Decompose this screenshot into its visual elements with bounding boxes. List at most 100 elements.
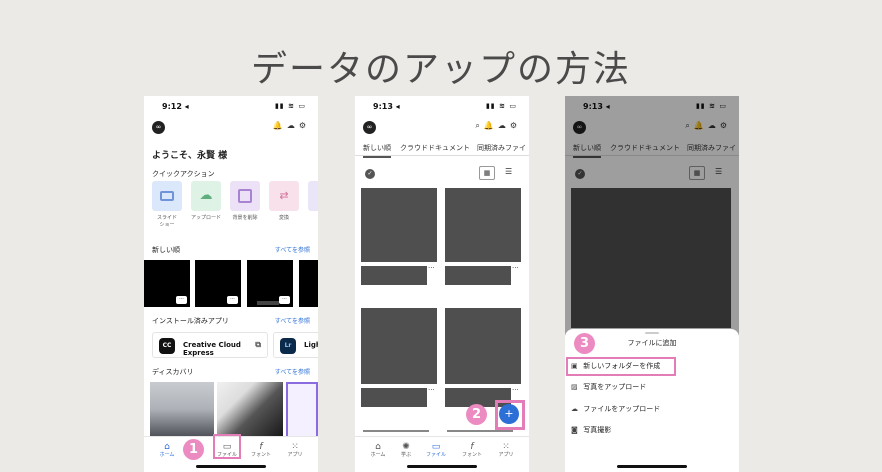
quick-action-remove-background[interactable] bbox=[230, 181, 260, 211]
select-check-icon[interactable]: ✓ bbox=[365, 169, 375, 179]
font-icon: f bbox=[470, 442, 474, 452]
see-all-discover-link[interactable]: すべてを参照 bbox=[275, 367, 310, 376]
recent-file-thumbnail[interactable] bbox=[299, 260, 318, 307]
nav-fonts[interactable]: f フォント bbox=[246, 442, 276, 459]
recent-file-thumbnail[interactable]: ··· bbox=[195, 260, 241, 307]
more-options-icon[interactable]: ··· bbox=[176, 296, 187, 304]
nav-apps[interactable]: ⁙ アプリ bbox=[491, 442, 521, 459]
app-header: ∞ 🔔☁⚙ bbox=[144, 118, 318, 136]
step-2-badge: 2 bbox=[466, 404, 487, 425]
grid-view-icon[interactable]: ▦ bbox=[479, 166, 495, 180]
nav-learn[interactable]: ✺ 学ぶ bbox=[391, 442, 421, 459]
app-name: Light bbox=[304, 341, 318, 349]
discover-image[interactable] bbox=[150, 382, 214, 442]
more-options-icon[interactable]: ··· bbox=[279, 296, 290, 304]
status-bar: 9:12 ◂ ▮▮ ≋ ▭ bbox=[162, 102, 310, 114]
file-thumbnail[interactable] bbox=[445, 308, 521, 384]
greeting: ようこそ、永賢 様 bbox=[152, 151, 228, 161]
slideshow-icon bbox=[160, 191, 174, 201]
nav-files[interactable]: ▭ ファイル bbox=[421, 442, 451, 459]
creative-cloud-express-logo-icon: CC bbox=[159, 338, 175, 354]
nav-home[interactable]: ⌂ ホーム bbox=[363, 442, 393, 459]
file-caption bbox=[361, 266, 427, 285]
page-title: データのアップの方法 bbox=[250, 49, 631, 90]
recent-file-thumbnail[interactable]: ··· bbox=[247, 260, 293, 307]
phone-home-screen: 9:12 ◂ ▮▮ ≋ ▭ ∞ 🔔☁⚙ ようこそ、永賢 様 クイックアクション … bbox=[144, 96, 318, 472]
status-icons: ▮▮ ≋ ▭ bbox=[274, 102, 306, 110]
tab-synced-files[interactable]: 同期済みファイ bbox=[477, 143, 526, 153]
more-options-icon[interactable]: ··· bbox=[428, 386, 435, 394]
more-options-icon[interactable]: ··· bbox=[512, 386, 519, 394]
home-indicator bbox=[407, 465, 477, 468]
recent-title: 新しい順 bbox=[152, 246, 180, 254]
phone-add-sheet-screen: 9:13 ◂ ▮▮ ≋ ▭ ∞ ⌕🔔☁⚙ 新しい順 クラウドドキュメント 同期済… bbox=[565, 96, 739, 472]
tab-recent[interactable]: 新しい順 bbox=[363, 143, 391, 158]
take-photo-item[interactable]: ◙ 写真撮影 bbox=[571, 425, 611, 435]
bell-icon[interactable]: 🔔 bbox=[484, 121, 498, 130]
bell-icon[interactable]: 🔔 bbox=[273, 121, 287, 130]
remove-background-icon bbox=[238, 189, 252, 203]
lightroom-logo-icon: Lr bbox=[280, 338, 296, 354]
status-bar: 9:13 ◂ ▮▮ ≋ ▭ bbox=[373, 102, 521, 114]
status-time: 9:13 ◂ bbox=[373, 102, 400, 111]
upload-photo-item[interactable]: ▨ 写真をアップロード bbox=[571, 382, 646, 392]
highlight-files-tab bbox=[213, 434, 241, 459]
quick-actions-title: クイックアクション bbox=[152, 170, 215, 178]
sheet-grabber[interactable] bbox=[645, 332, 659, 334]
discover-image[interactable] bbox=[217, 382, 283, 442]
more-options-icon[interactable]: ··· bbox=[428, 264, 435, 272]
discover-image[interactable] bbox=[286, 382, 318, 442]
highlight-add-button bbox=[495, 400, 525, 430]
external-link-icon: ⧉ bbox=[255, 340, 261, 349]
quick-action-label: アップロード bbox=[190, 215, 221, 221]
lightbulb-icon: ✺ bbox=[402, 442, 410, 452]
nav-home[interactable]: ⌂ ホーム bbox=[152, 442, 182, 459]
quick-action-label: スライド ショー bbox=[156, 215, 177, 228]
file-thumbnail[interactable] bbox=[445, 188, 521, 262]
quick-action-convert[interactable]: ⇄ bbox=[269, 181, 299, 211]
quick-action-label: 変換 bbox=[278, 215, 289, 221]
file-row-edge bbox=[447, 430, 513, 432]
tab-cloud-documents[interactable]: クラウドドキュメント bbox=[400, 143, 470, 153]
file-thumbnail[interactable] bbox=[361, 308, 437, 384]
see-all-apps-link[interactable]: すべてを参照 bbox=[275, 316, 310, 325]
camera-icon: ◙ bbox=[571, 426, 578, 434]
quick-action-upload[interactable]: ☁ bbox=[191, 181, 221, 211]
gear-icon[interactable]: ⚙ bbox=[510, 121, 521, 130]
app-header: ∞ ⌕🔔☁⚙ bbox=[355, 118, 529, 136]
search-icon[interactable]: ⌕ bbox=[475, 121, 483, 130]
more-options-icon[interactable]: ··· bbox=[227, 296, 238, 304]
cloud-icon[interactable]: ☁ bbox=[287, 121, 299, 130]
app-name: Creative Cloud Express bbox=[183, 341, 241, 357]
gear-icon[interactable]: ⚙ bbox=[299, 121, 310, 130]
file-row-edge bbox=[363, 430, 429, 432]
cloud-upload-icon: ☁ bbox=[571, 405, 578, 413]
upload-cloud-icon: ☁ bbox=[199, 188, 213, 203]
app-card-creative-cloud-express[interactable]: CC Creative Cloud Express ⧉ bbox=[152, 332, 268, 358]
step-3-badge: 3 bbox=[574, 333, 595, 354]
quick-action-slideshow[interactable] bbox=[152, 181, 182, 211]
recent-file-thumbnail[interactable]: ··· bbox=[144, 260, 190, 307]
see-all-recent-link[interactable]: すべてを参照 bbox=[275, 245, 310, 254]
more-options-icon[interactable]: ··· bbox=[512, 264, 519, 272]
font-icon: f bbox=[259, 442, 263, 452]
home-indicator bbox=[617, 465, 687, 468]
cloud-icon[interactable]: ☁ bbox=[498, 121, 510, 130]
nav-apps[interactable]: ⁙ アプリ bbox=[280, 442, 310, 459]
bottom-nav: ⌂ ホーム ✺ 学ぶ ▭ ファイル f フォント ⁙ アプリ bbox=[355, 436, 529, 472]
convert-icon: ⇄ bbox=[279, 189, 289, 202]
home-icon: ⌂ bbox=[164, 442, 170, 452]
list-view-icon[interactable]: ☰ bbox=[505, 167, 512, 176]
nav-fonts[interactable]: f フォント bbox=[457, 442, 487, 459]
photo-icon: ▨ bbox=[571, 383, 578, 391]
grid-icon: ⁙ bbox=[291, 442, 299, 452]
file-thumbnail[interactable] bbox=[361, 188, 437, 262]
header-icons: ⌕🔔☁⚙ bbox=[475, 121, 521, 131]
upload-file-item[interactable]: ☁ ファイルをアップロード bbox=[571, 404, 660, 414]
quick-action-more[interactable] bbox=[308, 181, 318, 211]
home-icon: ⌂ bbox=[375, 442, 381, 452]
home-indicator bbox=[196, 465, 266, 468]
creative-cloud-logo-icon: ∞ bbox=[363, 121, 376, 134]
app-card-lightroom[interactable]: Lr Light bbox=[273, 332, 318, 358]
folder-icon: ▭ bbox=[431, 442, 441, 452]
